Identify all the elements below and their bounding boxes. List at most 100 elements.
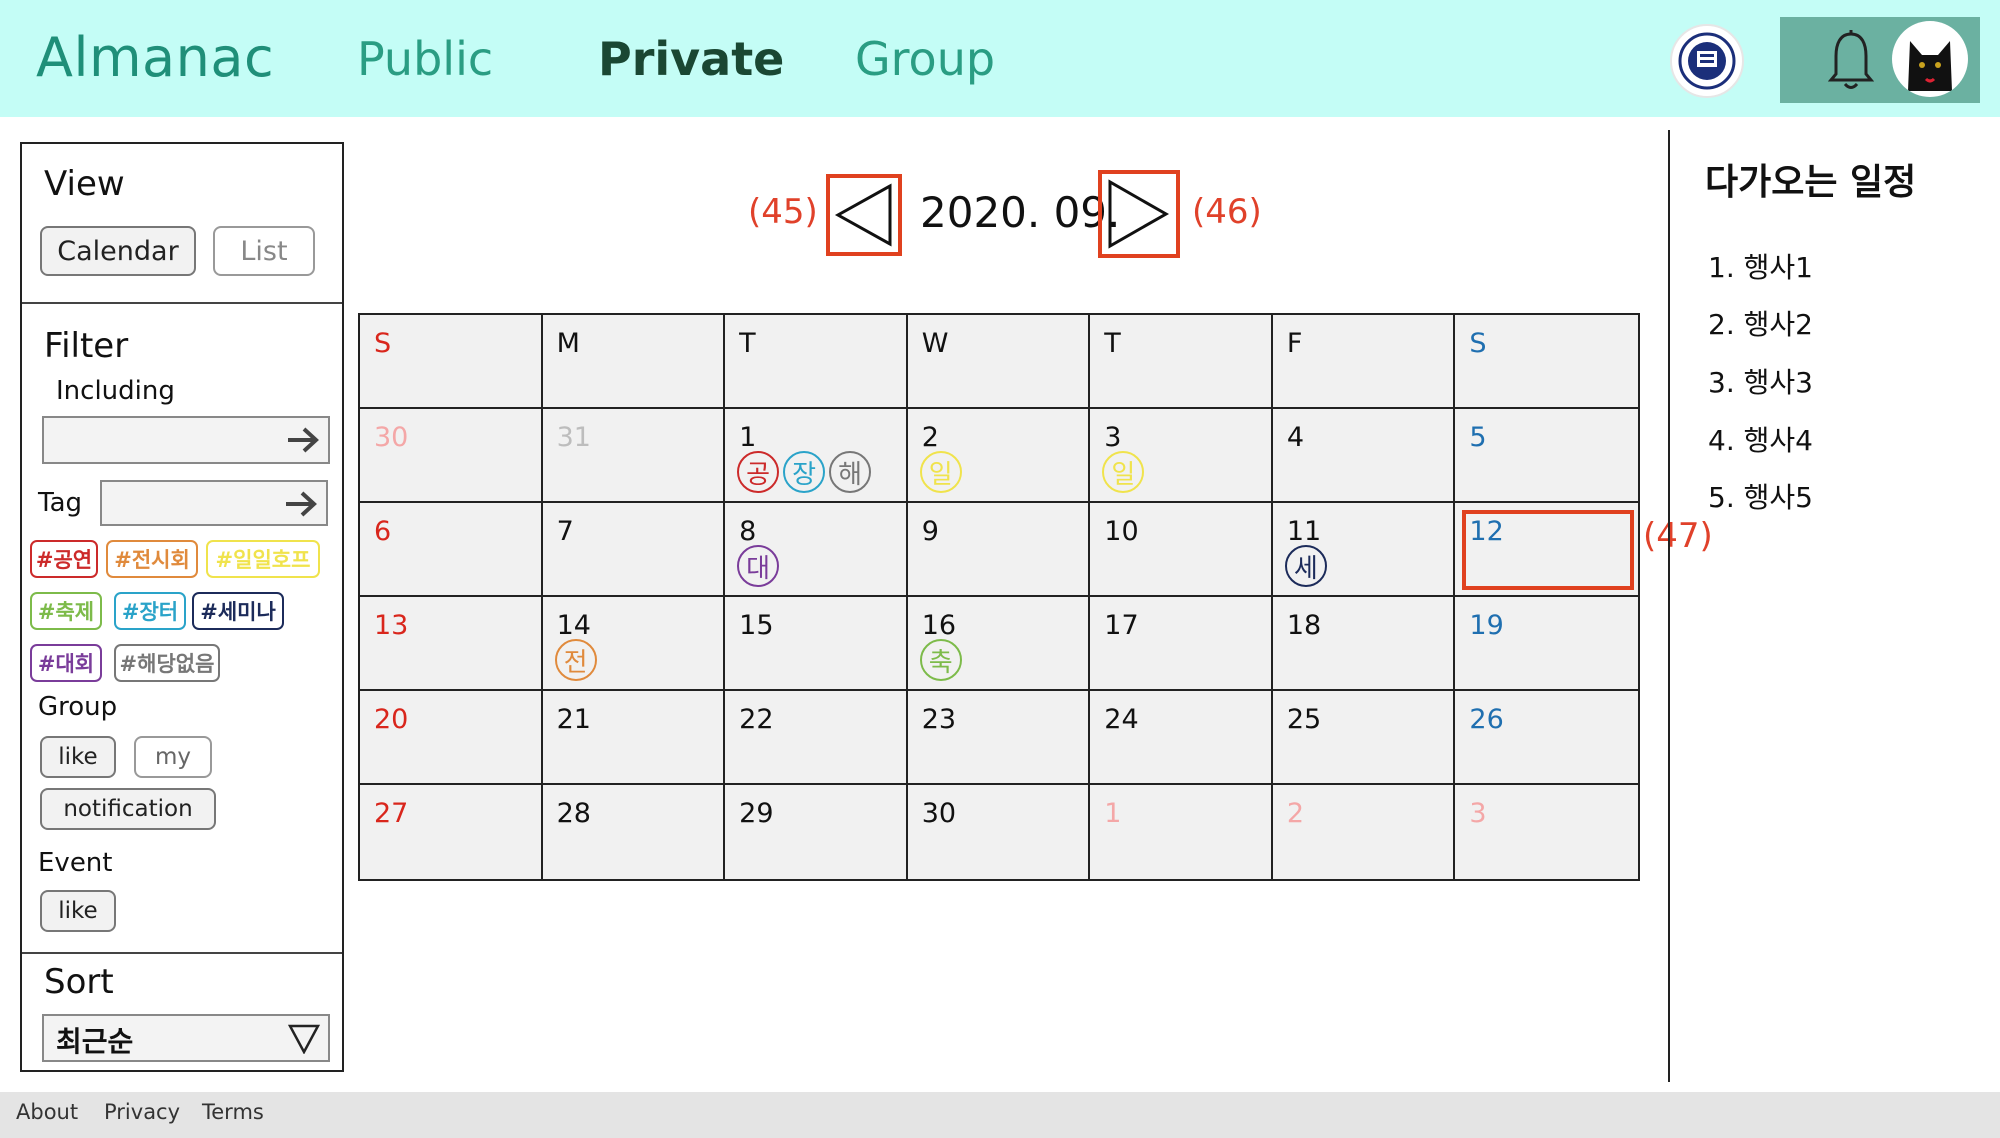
group-like-button[interactable]: like: [40, 736, 116, 778]
weekday-header-cell: F: [1272, 315, 1456, 409]
upcoming-item[interactable]: 1. 행사1: [1708, 246, 1813, 286]
day-cell[interactable]: 28: [543, 785, 726, 879]
prev-month-button[interactable]: [826, 174, 902, 256]
day-cell[interactable]: 21: [542, 691, 726, 785]
day-cell[interactable]: 5: [1455, 409, 1638, 503]
day-cell[interactable]: 17: [1090, 597, 1273, 691]
group-notification-button[interactable]: notification: [40, 788, 216, 830]
event-badge[interactable]: 장: [783, 451, 826, 493]
event-badge[interactable]: 대: [737, 545, 780, 587]
day-cell[interactable]: 24: [1090, 691, 1273, 785]
tag-chip[interactable]: #전시회: [106, 540, 198, 578]
including-label: Including: [56, 376, 175, 406]
day-cell[interactable]: 8대: [725, 503, 908, 597]
event-badge[interactable]: 해: [829, 451, 872, 493]
day-number: 26: [1469, 704, 1504, 735]
tag-chip[interactable]: #일일호프: [206, 540, 320, 578]
day-cell[interactable]: 27: [360, 785, 543, 879]
tag-chip[interactable]: #대회: [30, 644, 102, 682]
day-cell[interactable]: 30: [908, 785, 1091, 879]
day-cell[interactable]: 10: [1090, 503, 1273, 597]
day-cell[interactable]: 13: [360, 597, 543, 691]
sort-select[interactable]: 최근순: [42, 1014, 330, 1062]
day-number: 28: [556, 798, 591, 829]
triangle-right-icon: [1108, 179, 1170, 249]
brand-logo[interactable]: Almanac: [36, 26, 274, 89]
day-cell[interactable]: 9: [907, 503, 1091, 597]
day-cell[interactable]: 15: [725, 597, 908, 691]
nav-public[interactable]: Public: [357, 32, 493, 86]
day-cell[interactable]: 22: [725, 691, 908, 785]
day-cell[interactable]: 1: [1090, 785, 1273, 879]
tag-chip[interactable]: #해당없음: [114, 644, 220, 682]
footer-privacy-link[interactable]: Privacy: [104, 1100, 180, 1124]
day-cell[interactable]: 3일: [1090, 409, 1273, 503]
next-caption: (46): [1192, 192, 1262, 232]
tag-input[interactable]: [100, 480, 328, 526]
view-list-button[interactable]: List: [213, 226, 315, 276]
day-cell[interactable]: 4: [1272, 409, 1456, 503]
day-number: 25: [1286, 704, 1322, 735]
bell-icon[interactable]: [1828, 30, 1874, 92]
next-month-button[interactable]: [1098, 170, 1180, 258]
upcoming-item[interactable]: 2. 행사2: [1708, 303, 1813, 343]
event-badge[interactable]: 축: [919, 639, 962, 681]
event-badge[interactable]: 세: [1284, 545, 1327, 587]
calendar-grid: S M T W T F S 30 31 1 공 장 해 2 일 3 일 4 5 6 7 8 대 9 10 11 세 12 13 14 전 15…: [358, 313, 1640, 881]
view-calendar-button[interactable]: Calendar: [40, 226, 196, 276]
event-badge[interactable]: 일: [919, 451, 962, 493]
arrow-right-icon[interactable]: [286, 426, 320, 454]
divider: [22, 302, 342, 304]
event-badge[interactable]: 전: [554, 639, 597, 681]
tag-chip[interactable]: #축제: [30, 592, 102, 630]
event-badge[interactable]: 일: [1102, 451, 1145, 493]
day-cell[interactable]: 2: [1273, 785, 1456, 879]
day-cell[interactable]: 30: [360, 409, 543, 503]
day-cell[interactable]: 1공장해: [725, 409, 908, 503]
day-cell[interactable]: 20: [360, 691, 543, 785]
day-cell[interactable]: 2일: [907, 409, 1091, 503]
event-badge[interactable]: 공: [737, 451, 780, 493]
day-cell[interactable]: 14 전: [542, 597, 726, 691]
day-cell[interactable]: 23: [907, 691, 1091, 785]
day-cell[interactable]: 16 축: [907, 597, 1091, 691]
tag-chip[interactable]: #세미나: [192, 592, 284, 630]
avatar-graphic: [1908, 41, 1952, 91]
nav-private[interactable]: Private: [598, 32, 784, 86]
day-cell[interactable]: 18: [1272, 597, 1456, 691]
filter-title: Filter: [44, 326, 129, 366]
event-like-button[interactable]: like: [40, 890, 116, 932]
upcoming-item[interactable]: 5. 행사5: [1708, 476, 1813, 516]
upcoming-title: 다가오는 일정: [1705, 162, 1917, 203]
day-cell[interactable]: 25: [1272, 691, 1456, 785]
day-cell[interactable]: 11 세: [1272, 503, 1456, 597]
sort-selected-value: 최근순: [56, 1025, 134, 1058]
cat-avatar-icon[interactable]: [1892, 21, 1968, 97]
day-number: 20: [374, 704, 409, 735]
day-cell[interactable]: 3: [1455, 785, 1638, 879]
including-input[interactable]: [42, 416, 330, 464]
day-number: 22: [739, 704, 774, 735]
weekday-label: S: [1469, 328, 1487, 359]
day-cell[interactable]: 19: [1455, 597, 1638, 691]
tag-chip[interactable]: #공연: [30, 540, 98, 578]
dropdown-triangle-icon[interactable]: [288, 1024, 320, 1054]
footer-terms-link[interactable]: Terms: [202, 1100, 264, 1124]
day-cell[interactable]: 26: [1455, 691, 1638, 785]
upcoming-item[interactable]: 3. 행사3: [1708, 361, 1813, 401]
month-title: 2020. 09.: [920, 188, 1121, 237]
nav-group[interactable]: Group: [855, 32, 995, 86]
university-emblem-icon[interactable]: [1670, 24, 1744, 98]
arrow-right-icon[interactable]: [284, 490, 318, 518]
upcoming-item[interactable]: 4. 행사4: [1708, 419, 1813, 459]
tag-chip[interactable]: #장터: [114, 592, 186, 630]
footer-about-link[interactable]: About: [16, 1100, 78, 1124]
day-cell[interactable]: 6: [360, 503, 543, 597]
day-cell[interactable]: 29: [725, 785, 908, 879]
group-my-button[interactable]: my: [134, 736, 212, 778]
emblem-graphic: [1678, 32, 1736, 90]
day-number: 1: [1104, 798, 1122, 829]
day-number: 31: [556, 422, 591, 453]
day-cell[interactable]: 31: [542, 409, 726, 503]
day-cell[interactable]: 7: [542, 503, 726, 597]
